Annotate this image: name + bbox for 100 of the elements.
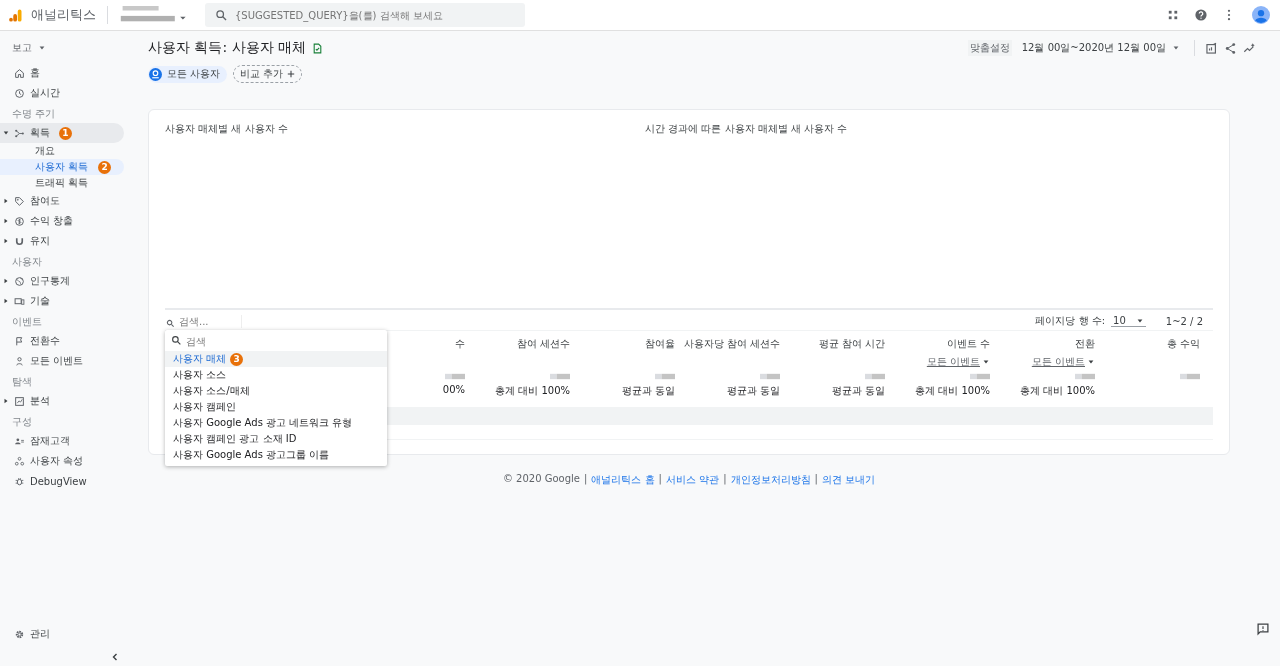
apps-grid-icon[interactable] bbox=[1166, 8, 1180, 22]
feedback-icon[interactable] bbox=[1256, 622, 1270, 636]
menu-item[interactable]: 사용자 소스/매체 bbox=[165, 383, 387, 399]
branch-icon bbox=[14, 127, 25, 139]
section-label: 사용자 bbox=[11, 255, 43, 269]
column-header[interactable]: 참여 세션수 bbox=[516, 337, 570, 351]
column-header[interactable]: 이벤트 수 bbox=[946, 337, 990, 351]
menu-item[interactable]: 사용자 Google Ads 광고그룹 이름 bbox=[165, 447, 387, 463]
nav-item[interactable]: 잠재고객 bbox=[0, 431, 124, 451]
nav-item[interactable]: DebugView bbox=[0, 471, 124, 491]
blurred-value bbox=[970, 373, 990, 380]
clock-icon bbox=[14, 87, 25, 99]
blurred-value bbox=[760, 373, 780, 380]
caret-icon bbox=[1172, 44, 1180, 52]
total-note: 총계 대비 100% bbox=[915, 384, 990, 398]
blurred-value bbox=[445, 373, 465, 380]
blurred-value bbox=[550, 373, 570, 380]
footer-link[interactable]: 서비스 약관 bbox=[665, 473, 720, 487]
blurred-value bbox=[865, 373, 885, 380]
menu-item[interactable]: 사용자 캠페인 광고 소재 ID bbox=[165, 431, 387, 447]
nav-item[interactable]: 분석 bbox=[0, 391, 124, 411]
step-badge: 1 bbox=[59, 126, 72, 140]
column-header[interactable]: 수 bbox=[455, 337, 465, 351]
column-header[interactable]: 전환 bbox=[1075, 337, 1095, 351]
column-header[interactable]: 사용자당 참여 세션수 bbox=[683, 337, 780, 351]
page-title: 사용자 획득: 사용자 매체 bbox=[148, 39, 307, 57]
separator: | bbox=[584, 473, 588, 487]
total-note: 평균과 동일 bbox=[621, 384, 675, 398]
nav-item[interactable]: 인구통계 bbox=[0, 271, 124, 291]
caret-icon bbox=[1087, 358, 1095, 366]
globe-icon bbox=[14, 275, 25, 287]
total-note: 총계 대비 100% bbox=[1020, 384, 1095, 398]
segment-chip[interactable]: 모든 사용자 bbox=[148, 65, 228, 83]
separator: | bbox=[723, 473, 727, 487]
nav-item[interactable]: 참여도 bbox=[0, 191, 124, 211]
nav-subitem[interactable]: 트래픽 획득 bbox=[0, 175, 124, 191]
step-badge: 2 bbox=[98, 160, 112, 174]
footer-link[interactable]: 애널리틱스 홈 bbox=[591, 473, 655, 487]
flag-icon bbox=[14, 335, 25, 347]
nav-item[interactable]: 실시간 bbox=[0, 83, 124, 103]
person-icon bbox=[14, 355, 25, 367]
nav-item[interactable]: 유지 bbox=[0, 231, 124, 251]
separator: | bbox=[814, 473, 818, 487]
bar-chart-logo-icon bbox=[8, 7, 23, 23]
search-icon bbox=[215, 9, 228, 22]
magnet-icon bbox=[14, 235, 25, 247]
rows-per-page-label: 페이지당 행 수: bbox=[1035, 314, 1106, 328]
date-range-picker[interactable]: 12월 00일~2020년 12월 00일 bbox=[1017, 41, 1184, 55]
event-filter-dropdown[interactable]: 모든 이벤트 bbox=[1031, 355, 1095, 369]
blurred-value bbox=[1075, 373, 1095, 380]
reports-dropdown[interactable]: 보고 bbox=[0, 39, 128, 63]
footer-link[interactable]: 의견 보내기 bbox=[821, 473, 876, 487]
separator: | bbox=[658, 473, 662, 487]
copyright: © 2020 Google bbox=[502, 473, 580, 486]
insights-icon[interactable] bbox=[1243, 41, 1256, 55]
nav-item[interactable]: 전환수 bbox=[0, 331, 124, 351]
caret-right-icon bbox=[3, 238, 9, 244]
caret-icon bbox=[982, 358, 990, 366]
admin-item[interactable]: 관리 bbox=[0, 624, 124, 644]
nav-item[interactable]: 획득 1 bbox=[0, 123, 124, 143]
edit-report-icon[interactable] bbox=[1205, 41, 1218, 55]
caret-right-icon bbox=[3, 298, 9, 304]
column-header[interactable]: 평균 참여 시간 bbox=[818, 337, 885, 351]
nav-item[interactable]: 사용자 속성 bbox=[0, 451, 124, 471]
rows-per-page-select[interactable]: 10 bbox=[1111, 315, 1146, 327]
chart-title: 시간 경과에 따른 사용자 매체별 새 사용자 수 bbox=[645, 122, 849, 136]
avatar-icon[interactable] bbox=[1252, 6, 1270, 24]
help-icon[interactable] bbox=[1194, 8, 1208, 22]
nav-subitem[interactable]: 개요 bbox=[0, 143, 124, 159]
table-search-field[interactable]: 검색... bbox=[165, 314, 235, 328]
bug-icon bbox=[14, 475, 25, 487]
column-header[interactable]: 참여율 bbox=[645, 337, 675, 351]
search-field[interactable]: {SUGGESTED_QUERY}을(를) 검색해 보세요 bbox=[205, 3, 525, 27]
menu-search-field[interactable]: 검색 bbox=[170, 333, 382, 349]
column-header[interactable]: 총 수익 bbox=[1166, 337, 1200, 351]
collapse-icon[interactable] bbox=[110, 652, 120, 662]
date-label: 맞춤설정 bbox=[967, 40, 1012, 56]
caret-icon bbox=[1135, 316, 1144, 325]
share-icon[interactable] bbox=[1224, 41, 1237, 55]
section-label: 탐색 bbox=[11, 375, 33, 389]
document-check-icon[interactable] bbox=[312, 42, 324, 54]
caret-down-icon bbox=[3, 130, 9, 136]
nav-item[interactable]: 기술 bbox=[0, 291, 124, 311]
menu-item[interactable]: 사용자 캠페인 bbox=[165, 399, 387, 415]
menu-item[interactable]: 사용자 소스 bbox=[165, 367, 387, 383]
chart-icon bbox=[14, 395, 25, 407]
footer-link[interactable]: 개인정보처리방침 bbox=[730, 473, 811, 487]
gear-icon bbox=[14, 628, 25, 640]
tag-icon bbox=[14, 195, 25, 207]
nav-item[interactable]: 수익 창출 bbox=[0, 211, 124, 231]
nav-subitem[interactable]: 사용자 획득 2 bbox=[0, 159, 124, 175]
event-filter-dropdown[interactable]: 모든 이벤트 bbox=[926, 355, 990, 369]
nav-item[interactable]: 홈 bbox=[0, 63, 124, 83]
plus-icon bbox=[287, 70, 296, 78]
menu-item[interactable]: 사용자 매체 3 bbox=[165, 351, 387, 367]
segment-icon bbox=[149, 67, 162, 81]
caret-icon bbox=[38, 44, 46, 52]
nav-item[interactable]: 모든 이벤트 bbox=[0, 351, 124, 371]
search-icon bbox=[166, 318, 175, 328]
menu-item[interactable]: 사용자 Google Ads 광고 네트워크 유형 bbox=[165, 415, 387, 431]
